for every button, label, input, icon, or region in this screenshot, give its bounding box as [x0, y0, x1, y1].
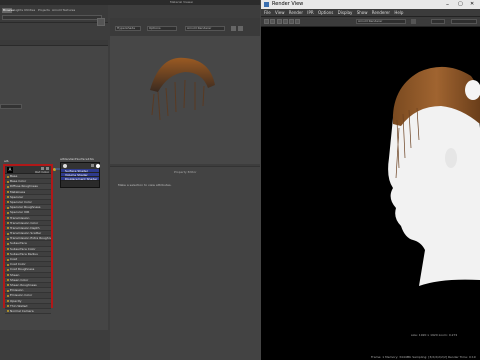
browser-toolbar: Browse Lights Utilities Projects Arnold … — [0, 5, 108, 23]
hair-preview-image — [150, 57, 215, 121]
graph-search-input[interactable] — [0, 104, 22, 109]
property-editor-panel: Property Editor Make a selection to view… — [110, 166, 260, 360]
tab-arnold-textures[interactable]: Arnold Textures — [52, 8, 75, 12]
gamma-field[interactable] — [431, 19, 445, 24]
exposure-icon[interactable] — [411, 19, 416, 24]
render-view-canvas[interactable] — [301, 28, 480, 332]
render-view-menu-bar: File View Render IPR Options Display Sho… — [261, 9, 480, 17]
tab-lights[interactable]: Lights — [14, 8, 23, 12]
render-view-status: size: 1920 x 1920 zoom: 0.272 Frame: 1 M… — [261, 330, 480, 360]
material-viewer-canvas[interactable] — [110, 36, 260, 164]
render-icon[interactable] — [264, 19, 269, 24]
displacement-shader-row[interactable]: Displacement Shader — [61, 177, 99, 181]
node-ai-title: aiS — [4, 159, 9, 163]
minimize-icon[interactable]: – — [446, 0, 449, 9]
menu-options[interactable]: Options — [318, 9, 333, 17]
graph-toolbar — [0, 40, 108, 46]
browser-search-input[interactable] — [2, 15, 102, 20]
viewer-options-dropdown[interactable]: Options — [147, 26, 177, 31]
menu-file[interactable]: File — [264, 9, 271, 17]
property-editor-message: Make a selection to view attributes. — [118, 183, 172, 187]
render-buttons — [264, 19, 301, 25]
render-view-title: Render View — [272, 1, 304, 7]
menu-render[interactable]: Render — [289, 9, 303, 17]
menu-ipr[interactable]: IPR — [307, 9, 313, 17]
tab-utilities[interactable]: Utilities — [24, 8, 35, 12]
arnold-logo-icon: A — [7, 167, 13, 173]
render-view-title-bar: Render View – ▢ ✕ — [261, 0, 480, 9]
close-icon[interactable]: ✕ — [470, 0, 474, 9]
snapshot-icon[interactable] — [289, 19, 295, 24]
maximize-icon[interactable]: ▢ — [458, 0, 463, 9]
viewer-mode-dropdown[interactable]: Hypershade — [115, 26, 141, 31]
node-sg-title: aiStandardSurface1SG — [60, 157, 94, 161]
tab-projects[interactable]: Projects — [38, 8, 50, 12]
node-attribute-row[interactable]: Normal Camera — [5, 308, 51, 315]
maya-icon — [264, 2, 269, 7]
node-ai-header: A Out Color — [5, 166, 51, 174]
rendered-head-image — [388, 66, 480, 286]
render-size-zoom: size: 1920 x 1920 zoom: 0.272 — [411, 333, 458, 337]
node-sg-mode-icon[interactable] — [91, 164, 94, 167]
node-ai-attributes: Base Base Color Diffuse Roughness Metalness… — [5, 174, 51, 315]
render-stats: Frame: 1 Memory: 3444Mb Sampling: [3/2/2… — [371, 355, 476, 359]
sphere-preview-button[interactable] — [97, 18, 105, 26]
menu-renderer[interactable]: Renderer — [372, 9, 390, 17]
ai-standard-surface-node[interactable]: A Out Color Base Base Color Diffuse Roughn… — [3, 164, 53, 315]
material-viewer-toolbar: Hypershade Options Arnold Renderer — [110, 18, 260, 36]
pause-icon[interactable] — [231, 26, 236, 31]
node-sg-swatch — [96, 164, 100, 168]
keep-image-icon[interactable] — [295, 19, 301, 24]
material-viewer-title: Material Viewer — [170, 0, 194, 4]
menu-view[interactable]: View — [275, 9, 285, 17]
node-sg-header — [61, 163, 100, 169]
color-space-dropdown[interactable] — [451, 19, 477, 24]
settings-icon[interactable] — [238, 26, 243, 31]
renderer-dropdown[interactable]: Arnold Renderer — [356, 19, 406, 24]
ipr-icon[interactable] — [270, 19, 276, 24]
menu-show[interactable]: Show — [357, 9, 368, 17]
property-editor-title: Property Editor — [174, 170, 197, 174]
shading-group-node[interactable]: Surface Shader Volume Shader Displacemen… — [60, 162, 100, 188]
refresh-icon[interactable] — [276, 19, 282, 24]
viewer-renderer-dropdown[interactable]: Arnold Renderer — [185, 26, 225, 31]
tab-browse[interactable]: Browse — [2, 8, 14, 13]
render-view-toolbar: Arnold Renderer — [261, 17, 480, 27]
menu-help[interactable]: Help — [394, 9, 403, 17]
menu-display[interactable]: Display — [338, 9, 353, 17]
region-icon[interactable] — [282, 19, 288, 24]
shading-group-icon — [63, 164, 67, 168]
